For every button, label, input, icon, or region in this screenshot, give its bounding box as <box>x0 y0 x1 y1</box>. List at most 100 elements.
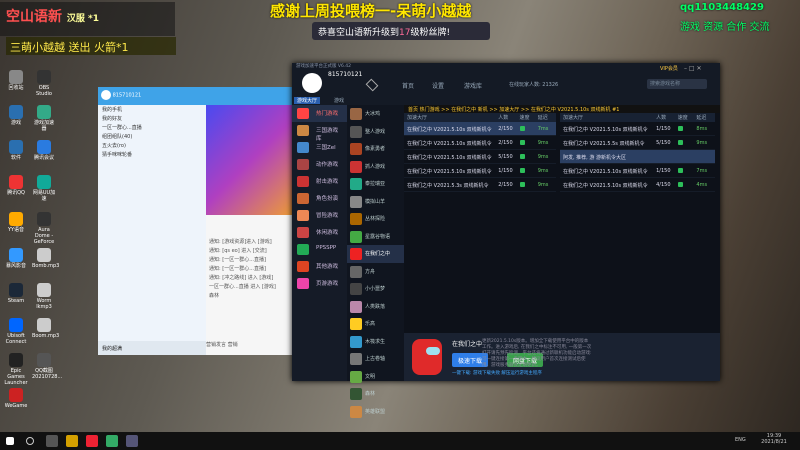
qq-group-item[interactable]: 五火去(ro) <box>98 141 208 150</box>
game-item[interactable]: 英雄联盟 <box>347 403 404 421</box>
desktop-icon[interactable]: WeGame <box>4 388 28 409</box>
game-item[interactable]: 大冰鸡 <box>347 105 404 123</box>
app-icon <box>9 248 23 262</box>
desktop-icon[interactable]: QQ截图20210728... <box>32 353 62 380</box>
chat-ad-banner[interactable] <box>206 105 298 215</box>
desktop-icon[interactable]: 网易UU加速 <box>32 175 56 202</box>
qq-status[interactable]: 我的手机 <box>98 105 208 114</box>
nav-library[interactable]: 游戏库 <box>464 81 482 90</box>
nav-home[interactable]: 首页 <box>402 81 414 90</box>
vip-badge[interactable]: VIP会员 <box>660 65 678 72</box>
server-row[interactable]: 在我们之中 V2021.5.10s 双线新机令 1/150 7ms <box>560 164 715 178</box>
game-launcher-window[interactable]: 游戏加速平台正式版 V6.42 815710121 首页 设置 游戏库 在线玩家… <box>292 63 720 418</box>
search-input[interactable]: 搜索游戏名称 <box>647 79 707 89</box>
category-icon <box>297 227 309 238</box>
game-item[interactable]: 方舟 <box>347 263 404 281</box>
clock[interactable]: 19:39 2021/8/21 <box>757 433 791 445</box>
desktop-icon[interactable]: OBS Studio <box>32 70 56 97</box>
desktop-icon[interactable]: 软件 <box>4 140 28 161</box>
server-row[interactable]: 在我们之中 V2021.5.10s 双线新机令 1/150 8ms <box>560 122 715 136</box>
desktop-icon[interactable]: Epic Games Launcher <box>4 353 28 386</box>
category-item[interactable]: PPSSPP <box>292 241 347 258</box>
desktop-icon[interactable]: Worm Ikmp3 <box>32 283 56 310</box>
game-item[interactable]: 木筏求生 <box>347 333 404 351</box>
game-item[interactable]: 文明 <box>347 368 404 386</box>
server-row[interactable]: 在我们之中 V2021.5.10s 双线新机令 2/150 7ms <box>404 122 556 136</box>
desktop-icon[interactable]: 游戏 <box>4 105 28 126</box>
desktop-icon[interactable]: Bomb.mp3 <box>32 248 59 269</box>
explorer-icon[interactable] <box>66 435 78 447</box>
game-item[interactable]: 森林 <box>347 385 404 403</box>
game-item[interactable]: 乐高 <box>347 315 404 333</box>
desktop-icon[interactable]: 腾讯会议 <box>32 140 56 161</box>
start-button[interactable] <box>6 437 14 445</box>
category-item[interactable]: 射击游戏 <box>292 173 347 190</box>
game-item[interactable]: 小小噩梦 <box>347 280 404 298</box>
search-icon[interactable] <box>26 437 34 445</box>
category-item[interactable]: 热门游戏 <box>292 105 347 122</box>
server-row[interactable]: 在我们之中 V2021.5.10s 双线新机令 1/150 9ms <box>404 164 556 178</box>
desktop-icon[interactable]: 回收站 <box>4 70 28 91</box>
game-label: 方舟 <box>365 268 376 275</box>
chat-window[interactable]: 通知: [游戏资源]进入 [游戏] 通知: [qs eo] 进入 [交流] 通知: … <box>206 87 298 355</box>
game-item[interactable]: 人类跌落 <box>347 298 404 316</box>
qq-window[interactable]: 815710121 我的手机 我的好友 一区一群心...直播 组团组队(40) 五火去… <box>98 87 208 355</box>
desktop-icon-label: YY语音 <box>7 227 25 233</box>
qq-group-item[interactable]: 组团组队(40) <box>98 132 208 141</box>
server-row[interactable]: 在我们之中 V2021.5.10s 双线新机令 4/150 4ms <box>560 178 715 192</box>
category-item[interactable]: 冒险游戏 <box>292 207 347 224</box>
game-item[interactable]: 像素勇者 <box>347 140 404 158</box>
game-item[interactable]: 上古卷轴 <box>347 350 404 368</box>
server-row[interactable]: 在我们之中 V2021.5.10s 双线新机令 5/150 9ms <box>404 150 556 164</box>
server-ping: 9ms <box>537 140 549 146</box>
game-item[interactable]: 泰拉瑞亚 <box>347 175 404 193</box>
server-row[interactable]: 阿发, 推荐, 游 游新机令大区 <box>560 150 715 164</box>
server-row[interactable]: 在我们之中 V2021.5.10s 双线新机令 2/150 9ms <box>404 136 556 150</box>
game-item[interactable]: 丛林探险 <box>347 210 404 228</box>
desktop-icon[interactable]: Aura Dome - GeForce <box>32 212 56 245</box>
server-ping: 9ms <box>696 140 708 146</box>
qq-group-item[interactable]: 一区一群心...直播 <box>98 123 208 132</box>
category-item[interactable]: 休闲游戏 <box>292 224 347 241</box>
launcher-avatar[interactable] <box>302 73 322 93</box>
game-item[interactable]: 星露谷物语 <box>347 228 404 246</box>
chat-footer-btn-2[interactable]: 营销 <box>228 342 238 348</box>
game-icon <box>350 370 362 383</box>
window-controls[interactable]: – □ ✕ <box>684 65 702 72</box>
app-icon[interactable] <box>106 435 118 447</box>
tab-games[interactable]: 游戏 <box>334 97 344 104</box>
desktop-icon[interactable]: 腾讯QQ <box>4 175 28 196</box>
app-icon <box>37 353 51 367</box>
desktop-icon[interactable]: 暴风影音 <box>4 248 28 269</box>
qq-group-item[interactable]: 我的好友 <box>98 114 208 123</box>
server-row[interactable]: 在我们之中 V2021.5.3s 双线新机令 2/150 9ms <box>404 178 556 192</box>
category-item[interactable]: 角色扮演 <box>292 190 347 207</box>
qq-avatar[interactable] <box>101 90 111 100</box>
tab-lobby[interactable]: 游戏大厅 <box>294 97 321 104</box>
game-icon <box>350 160 362 173</box>
lang-indicator[interactable]: ENG <box>735 437 746 443</box>
nav-settings[interactable]: 设置 <box>432 81 444 90</box>
category-item[interactable]: 页游游戏 <box>292 275 347 292</box>
desktop-icon[interactable]: YY语音 <box>4 212 28 233</box>
desktop-icon[interactable]: Ubisoft Connect <box>4 318 28 345</box>
server-row[interactable]: 在我们之中 V2021.5.5s 双线新机令 5/150 9ms <box>560 136 715 150</box>
game-item[interactable]: 整人游戏 <box>347 123 404 141</box>
chrome-icon[interactable] <box>86 435 98 447</box>
game-card-links[interactable]: 一键下载: 游戏下载失败 解压运行游戏主程序 <box>452 370 542 376</box>
game-item[interactable]: 在我们之中 <box>347 245 404 263</box>
chat-footer-btn-1[interactable]: 营销发言 <box>206 342 226 348</box>
launcher-task-icon[interactable] <box>126 435 138 447</box>
game-item[interactable]: 抓人游戏 <box>347 158 404 176</box>
taskview-icon[interactable] <box>46 435 58 447</box>
qq-footer-label[interactable]: 我的超满 <box>98 341 126 356</box>
game-item[interactable]: 模拟山羊 <box>347 193 404 211</box>
desktop-icon[interactable]: Boom.mp3 <box>32 318 59 339</box>
category-item[interactable]: 动作游戏 <box>292 156 347 173</box>
desktop-icon[interactable]: 游戏加速器 <box>32 105 56 132</box>
category-item[interactable]: 三国Zel <box>292 139 347 156</box>
category-item[interactable]: 其他游戏 <box>292 258 347 275</box>
qq-group-item[interactable]: 猜手咪咪轮番 <box>98 150 208 159</box>
category-item[interactable]: 三国游戏库 <box>292 122 347 142</box>
desktop-icon[interactable]: Steam <box>4 283 28 304</box>
